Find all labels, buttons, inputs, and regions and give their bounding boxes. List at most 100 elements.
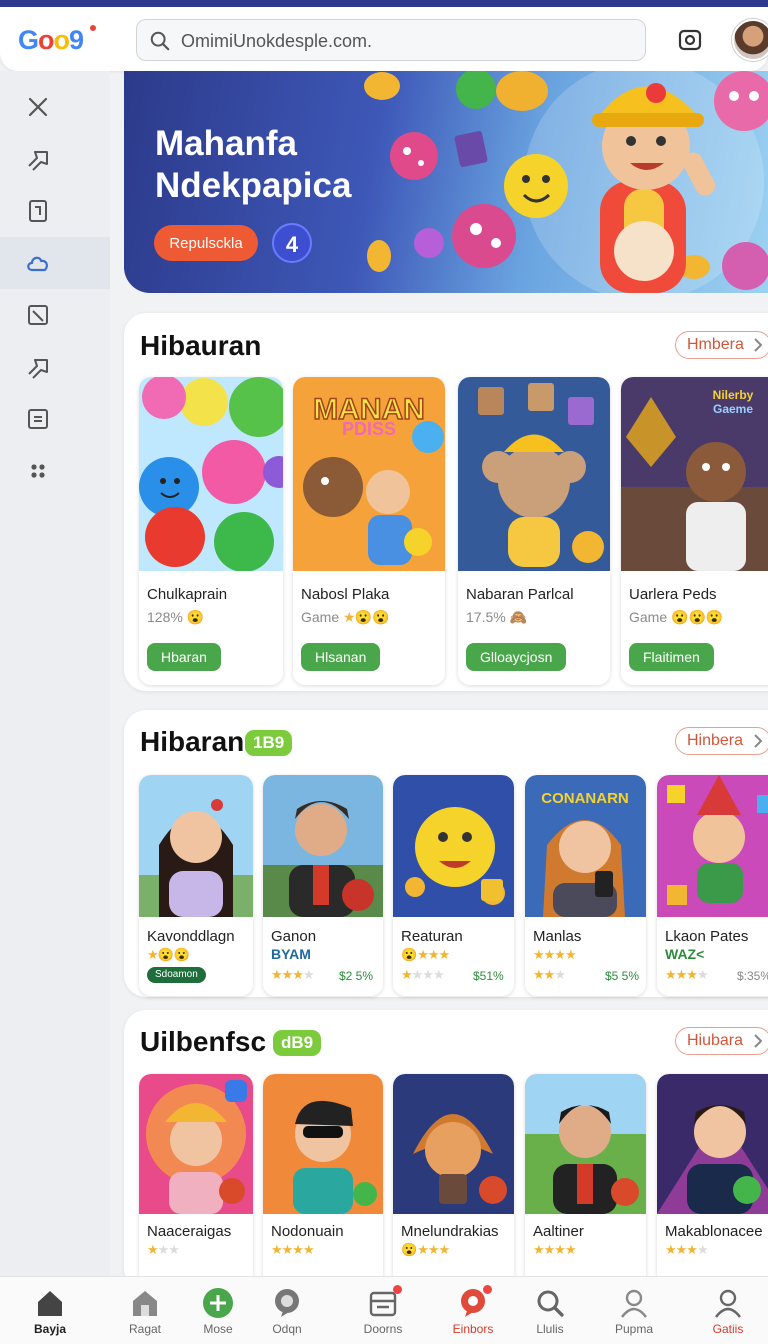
card-name: Reaturan [401,928,463,945]
game-card[interactable]: Nilerby Gaeme Uarlera Peds Game 😮😮😮 Flai… [621,377,768,685]
nav-item-profile[interactable]: Pupma [594,1277,674,1344]
chat-icon [275,1289,299,1317]
profile-card[interactable]: Mnelundrakias 😮★★★ [393,1074,514,1290]
section-title: Hibaran [140,726,245,757]
card-thumbnail [657,775,768,917]
section-3: Uilbenfsc dB9 Hiubara Naaceraigas ★★★ No… [124,1010,768,1290]
card-subtitle: Game ★😮😮 [301,609,390,625]
card-rating: 😮★★★ [401,1242,450,1257]
sidebar-item-forward[interactable] [0,341,110,393]
nav-item-search[interactable]: Llulis [510,1277,590,1344]
nav-item-store[interactable]: Ragat [105,1277,185,1344]
logo[interactable]: Goo9 [18,25,84,56]
profile-card[interactable]: Nodonuain ★★★★ [263,1074,383,1290]
svg-text:Gaeme: Gaeme [713,402,753,416]
bottom-nav: Bayja Ragat Mose Odqn Doorns Einbors Llu… [0,1276,768,1344]
store-icon [133,1291,157,1316]
game-card[interactable]: Nabaran Parlcal 17.5% 🙈 Glloaycjosn [458,377,610,685]
game-card[interactable]: Chulkaprain 128% 😮 Hbaran [139,377,283,685]
plus-badge-icon[interactable] [225,1080,247,1102]
camera-icon[interactable] [676,27,704,53]
card-name: Lkaon Pates [665,928,749,945]
nav-item-inbox[interactable]: Doorns [343,1277,423,1344]
svg-text:Nilerby: Nilerby [713,388,754,402]
nav-item-chat[interactable]: Odqn [247,1277,327,1344]
card-subtitle: 128% 😮 [147,609,205,625]
card-price: $51% [473,969,504,983]
emoji-icon: 😮 [186,609,205,625]
nav-item-account[interactable]: Gatiis [688,1277,768,1344]
chevron-right-icon [754,338,763,352]
sidebar [0,71,110,1276]
see-more-label: Hiubara [687,1032,744,1049]
card-thumbnail [458,377,610,571]
card-action-button[interactable]: Flaitimen [629,643,714,671]
hero-title-line1: Mahanfa [155,124,297,163]
card-rating-secondary: ★★★ [533,967,566,982]
header: Goo9 [0,7,768,71]
profile-card[interactable]: Kavonddlagn ★😮😮 Sdoamon [139,775,253,996]
hero-banner[interactable]: Mahanfa Ndekpapica Repulsckla 4 [124,71,768,293]
profile-card[interactable]: Makablonacee ★★★★ [657,1074,768,1290]
sidebar-item-share[interactable] [0,133,110,185]
see-more-label: Hinbera [687,732,744,749]
card-status-badge: Sdoamon [147,967,206,983]
see-more-button[interactable]: Hmbera [675,331,768,359]
search-bar[interactable] [136,19,646,61]
card-rating: ★★★★ [533,1242,577,1257]
profile-card[interactable]: Ganon ΒΥΑΜ ★★★★ $2 5% [263,775,383,996]
search-icon [150,31,170,51]
card-rating: ★★★★ [533,947,577,962]
grid-dots-icon [31,464,45,478]
cloud-icon [27,256,48,272]
hero-cta-button[interactable]: Repulsckla [154,225,258,261]
card-name: Ganon [271,928,317,945]
sidebar-item-page[interactable] [0,185,110,237]
card-price: $5 5% [605,969,640,983]
card-thumbnail [657,1074,768,1214]
card-name: Naaceraigas [147,1223,232,1240]
card-rating: ★😮😮 [147,947,191,962]
card-action-button[interactable]: Hbaran [147,643,221,671]
card-action-button[interactable]: Hlsanan [301,643,381,671]
plus-icon [203,1288,233,1318]
card-price: $:35% [737,969,768,983]
nav-item-home[interactable]: Bayja [10,1277,90,1344]
card-price: $2 5% [339,969,374,983]
sidebar-item-more[interactable] [0,445,110,497]
sidebar-item-document[interactable] [0,393,110,445]
card-name: Nodonuain [271,1223,344,1240]
profile-card[interactable]: Lkaon Pates WAZ< ★★★★ $:35% [657,775,768,996]
card-thumbnail: Nilerby Gaeme [621,377,768,571]
search-icon [537,1290,564,1317]
notification-dot [483,1285,492,1294]
profile-card[interactable]: Naaceraigas ★★★ [139,1074,253,1290]
home-icon [38,1291,62,1316]
see-more-label: Hmbera [687,336,744,353]
hero-count-badge[interactable]: 4 [272,223,312,263]
profile-card[interactable]: Reaturan 😮★★★ ★★★★ $51% [393,775,514,996]
nav-item-add[interactable]: Mose [178,1277,258,1344]
see-more-button[interactable]: Hinbera [675,727,768,755]
card-name: Uarlera Peds [629,586,717,603]
sidebar-close[interactable] [0,81,110,133]
card-action-button[interactable]: Glloaycjosn [466,643,567,671]
card-name: Chulkaprain [147,586,228,603]
card-name: Aaltiner [533,1223,584,1240]
see-more-button[interactable]: Hiubara [675,1027,768,1055]
sidebar-item-image[interactable] [0,289,110,341]
svg-text:PDISS: PDISS [342,419,396,439]
nav-item-messages[interactable]: Einbors [433,1277,513,1344]
card-name: Nabaran Parlcal [466,586,574,603]
card-name: Manlas [533,928,582,945]
game-card[interactable]: MANAN PDISS Nabosl Plaka Game ★😮😮 Hlsana… [293,377,445,685]
avatar[interactable] [732,19,768,61]
section-count-badge: 1B9 [245,730,293,756]
profile-card[interactable]: Aaltiner ★★★★ [525,1074,646,1290]
home-badge-icon[interactable] [219,1178,245,1204]
forward-icon [28,359,48,379]
sidebar-item-cloud[interactable] [0,237,110,289]
section-title: Hibauran [140,330,262,361]
search-input[interactable] [181,28,631,54]
profile-card[interactable]: CONANARN Manlas ★★★★ ★★★ $5 5% [525,775,646,996]
